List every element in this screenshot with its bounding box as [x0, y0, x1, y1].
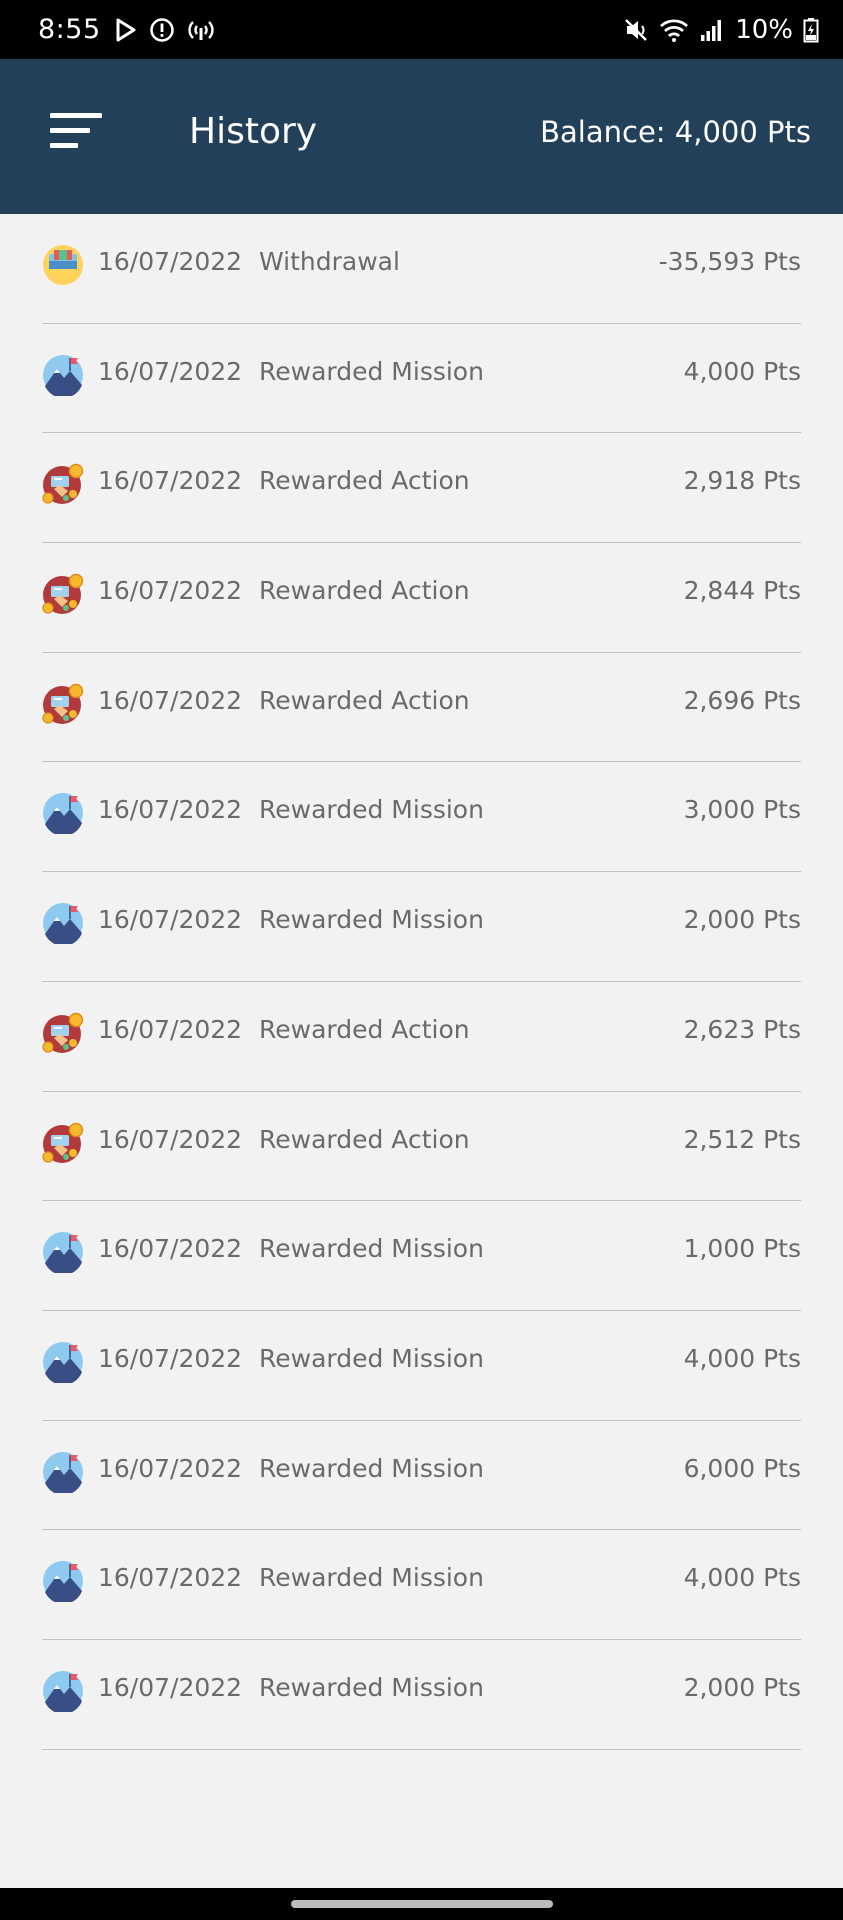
history-row[interactable]: 16/07/2022 Rewarded Mission 1,000 Pts	[42, 1201, 801, 1311]
balance-label: Balance: 4,000 Pts	[540, 115, 811, 149]
status-right-icons: 10%	[623, 15, 819, 45]
history-row-date: 16/07/2022	[98, 247, 243, 276]
status-bar: 8:55 10%	[0, 0, 843, 59]
history-row-amount: 4,000 Pts	[683, 356, 801, 386]
reward-coins-icon	[42, 573, 84, 615]
history-row-type: Rewarded Mission	[259, 795, 484, 825]
mountain-flag-icon	[43, 903, 83, 945]
history-row[interactable]: 16/07/2022 Rewarded Mission 4,000 Pts	[42, 1311, 801, 1421]
wifi-icon	[660, 18, 689, 42]
history-row-date: 16/07/2022	[98, 1343, 243, 1373]
battery-percent: 10%	[735, 14, 793, 45]
mountain-flag-icon	[43, 1232, 83, 1274]
reward-coins-icon	[42, 464, 84, 505]
home-gesture-handle[interactable]	[291, 1900, 553, 1908]
history-row[interactable]: 16/07/2022 Rewarded Action 2,623 Pts	[42, 982, 801, 1092]
history-row-date: 16/07/2022	[98, 1124, 243, 1154]
mountain-flag-icon	[43, 1561, 83, 1603]
mountain-flag-icon	[43, 1341, 83, 1383]
history-row[interactable]: 16/07/2022 Withdrawal -35,593 Pts	[42, 214, 801, 324]
history-row-date: 16/07/2022	[98, 356, 243, 386]
history-row[interactable]: 16/07/2022 Rewarded Action 2,512 Pts	[42, 1092, 801, 1202]
history-row-amount: 3,000 Pts	[683, 795, 801, 825]
mute-icon	[625, 18, 648, 41]
status-time: 8:55	[38, 14, 101, 45]
history-row[interactable]: 16/07/2022 Rewarded Mission 2,000 Pts	[42, 1640, 801, 1750]
history-row-amount: 2,000 Pts	[683, 1672, 801, 1702]
withdrawal-icon	[43, 245, 83, 285]
history-list: 16/07/2022 Withdrawal -35,593 Pts 16/07/20…	[42, 214, 801, 1750]
history-row[interactable]: 16/07/2022 Rewarded Action 2,696 Pts	[42, 653, 801, 763]
history-row-date: 16/07/2022	[98, 685, 243, 715]
navigation-bar	[0, 1888, 843, 1920]
menu-icon-bar-top	[50, 113, 102, 118]
mountain-flag-icon	[43, 354, 83, 396]
history-row[interactable]: 16/07/2022 Rewarded Mission 6,000 Pts	[42, 1421, 801, 1531]
signal-icon	[701, 19, 722, 41]
hotspot-icon	[188, 20, 214, 40]
history-row-type: Rewarded Action	[259, 576, 470, 606]
mountain-flag-icon	[43, 793, 83, 835]
history-row-type: Rewarded Mission	[259, 356, 484, 386]
history-row-amount: -35,593 Pts	[658, 247, 801, 276]
play-store-icon	[116, 18, 136, 41]
history-row-amount: 2,844 Pts	[683, 576, 801, 606]
history-row-amount: 2,918 Pts	[683, 466, 801, 496]
history-row[interactable]: 16/07/2022 Rewarded Action 2,844 Pts	[42, 543, 801, 653]
history-row-amount: 2,000 Pts	[683, 905, 801, 935]
reward-coins-icon	[42, 1012, 84, 1053]
history-row-amount: 2,623 Pts	[683, 1014, 801, 1044]
menu-icon-bar-bottom	[50, 143, 78, 148]
history-row-type: Withdrawal	[259, 247, 400, 276]
history-row-date: 16/07/2022	[98, 466, 243, 496]
history-row-type: Rewarded Mission	[259, 1453, 484, 1483]
history-row-type: Rewarded Action	[259, 685, 470, 715]
menu-button[interactable]	[50, 111, 104, 151]
history-row-date: 16/07/2022	[98, 905, 243, 935]
menu-icon-bar-middle	[50, 128, 90, 133]
history-row-type: Rewarded Action	[259, 1124, 470, 1154]
history-row-amount: 4,000 Pts	[683, 1343, 801, 1373]
status-left-icons	[115, 17, 215, 43]
history-row-type: Rewarded Action	[259, 466, 470, 496]
history-row-date: 16/07/2022	[98, 1563, 243, 1593]
history-row[interactable]: 16/07/2022 Rewarded Mission 4,000 Pts	[42, 324, 801, 434]
history-row-type: Rewarded Mission	[259, 1234, 484, 1264]
history-row[interactable]: 16/07/2022 Rewarded Mission 2,000 Pts	[42, 872, 801, 982]
battery-charging-icon	[803, 17, 819, 42]
history-row-date: 16/07/2022	[98, 1672, 243, 1702]
history-row[interactable]: 16/07/2022 Rewarded Action 2,918 Pts	[42, 433, 801, 544]
history-row[interactable]: 16/07/2022 Rewarded Mission 4,000 Pts	[42, 1530, 801, 1640]
alert-icon	[149, 17, 174, 42]
app-bar: History Balance: 4,000 Pts	[0, 59, 843, 214]
page-title: History	[189, 111, 318, 152]
history-row-type: Rewarded Mission	[259, 905, 484, 935]
history-row-date: 16/07/2022	[98, 1014, 243, 1044]
history-row-type: Rewarded Mission	[259, 1563, 484, 1593]
history-row-type: Rewarded Mission	[259, 1672, 484, 1702]
history-row-date: 16/07/2022	[98, 1234, 243, 1264]
history-row-type: Rewarded Mission	[259, 1343, 484, 1373]
history-row-date: 16/07/2022	[98, 1453, 243, 1483]
history-row-amount: 2,512 Pts	[683, 1124, 801, 1154]
history-row-date: 16/07/2022	[98, 795, 243, 825]
mountain-flag-icon	[43, 1670, 83, 1712]
history-row-amount: 2,696 Pts	[683, 685, 801, 715]
reward-coins-icon	[42, 1122, 84, 1163]
history-row-amount: 4,000 Pts	[683, 1563, 801, 1593]
mountain-flag-icon	[43, 1451, 83, 1493]
history-row-amount: 1,000 Pts	[683, 1234, 801, 1264]
reward-coins-icon	[42, 683, 84, 724]
history-row-amount: 6,000 Pts	[683, 1453, 801, 1483]
history-row-type: Rewarded Action	[259, 1014, 470, 1044]
history-row[interactable]: 16/07/2022 Rewarded Mission 3,000 Pts	[42, 762, 801, 873]
history-row-date: 16/07/2022	[98, 576, 243, 606]
